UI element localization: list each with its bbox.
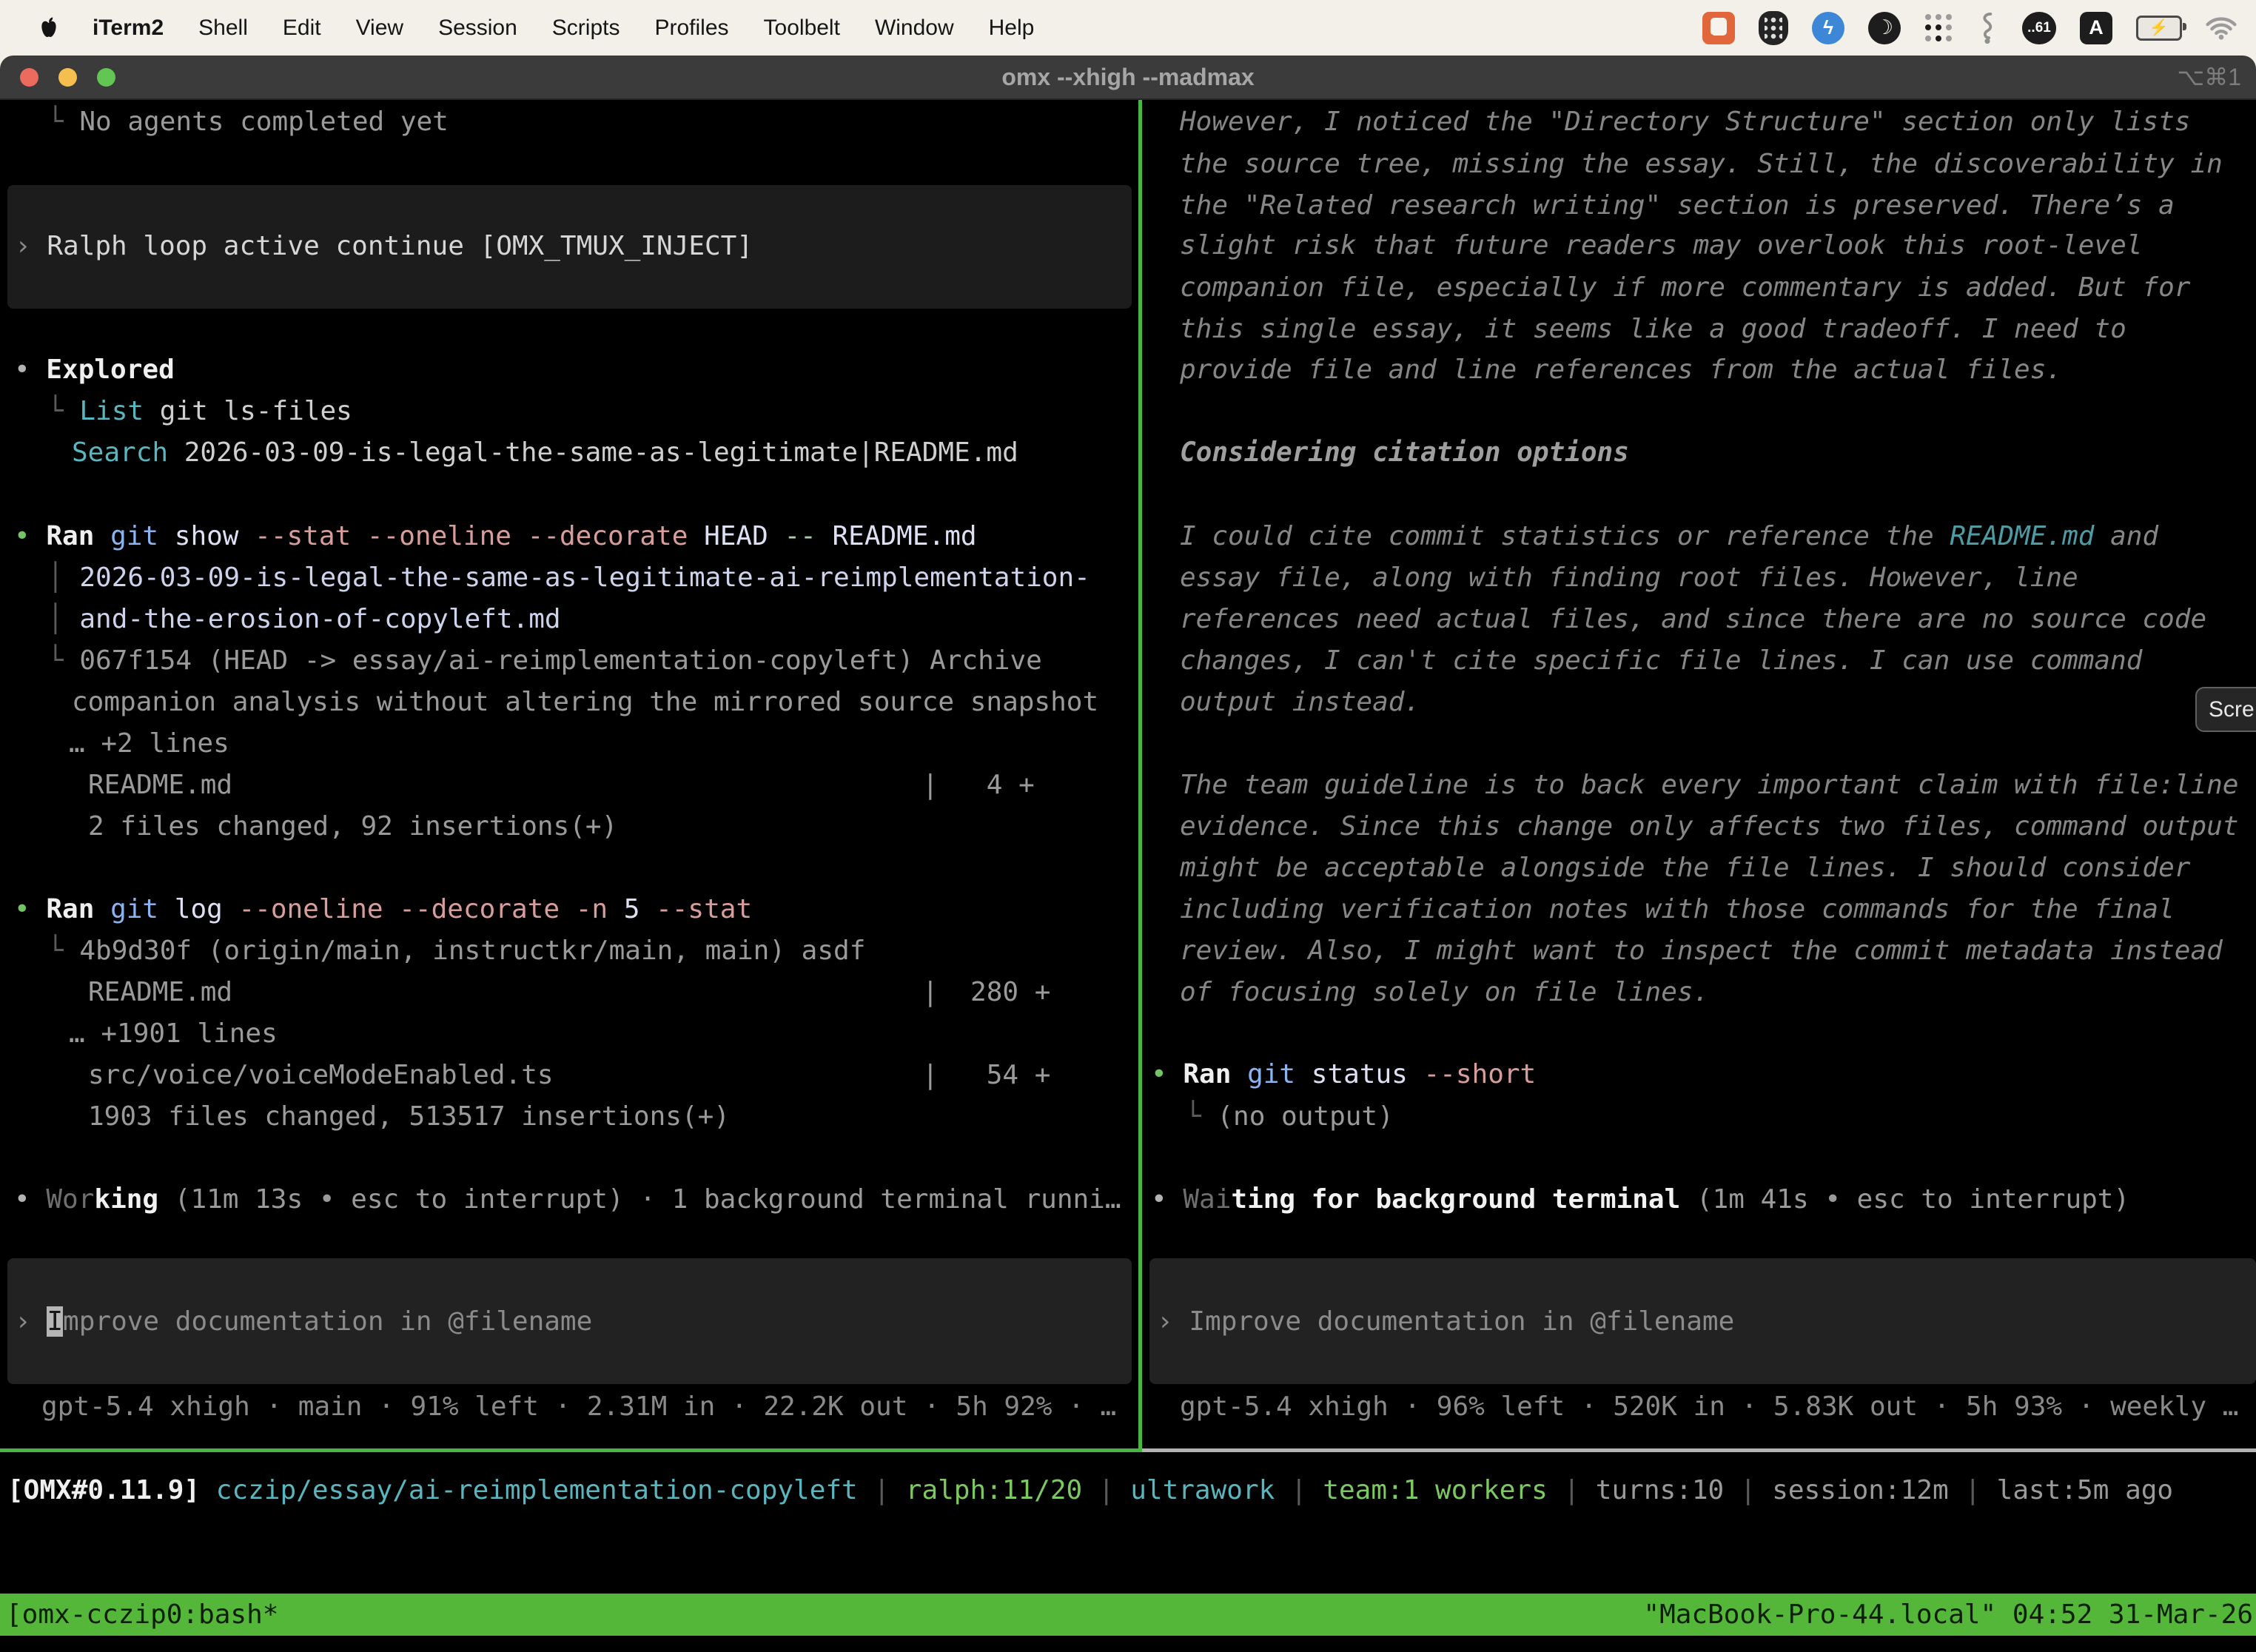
battery-charging-icon[interactable]: ⚡ <box>2136 16 2182 41</box>
traffic-lights <box>20 68 115 87</box>
menu-item-session[interactable]: Session <box>438 16 517 41</box>
window-top: omx --xhigh --madmax ⌥⌘1 <box>0 56 2256 100</box>
terminal-line: including verification notes with those … <box>1180 889 2175 930</box>
terminal-line: • Ran git status --short <box>1151 1054 1536 1095</box>
terminal-line: provide file and line references from th… <box>1180 349 2062 391</box>
terminal-line: changes, I can't cite specific file line… <box>1180 640 2142 682</box>
omx-status-line: [OMX#0.11.9] cczip/essay/ai-reimplementa… <box>7 1470 2173 1511</box>
terminal-line: slight risk that future readers may over… <box>1180 225 2142 266</box>
moon-circle-icon[interactable]: ☽ <box>1868 12 1901 44</box>
terminal[interactable]: └ No agents completed yet› Ralph loop ac… <box>0 100 2256 1652</box>
menu-item-view[interactable]: View <box>356 16 403 41</box>
terminal-line: the source tree, missing the essay. Stil… <box>1180 144 2223 185</box>
tab-shortcut-badge: ⌥⌘1 <box>2177 63 2241 91</box>
menu-item-edit[interactable]: Edit <box>283 16 321 41</box>
terminal-line: gpt-5.4 xhigh · 96% left · 520K in · 5.8… <box>1180 1386 2238 1428</box>
chat-icon[interactable] <box>1702 12 1735 44</box>
dots-grid-icon[interactable] <box>1924 14 1953 42</box>
shield-icon[interactable] <box>1759 11 1788 45</box>
terminal-line: review. Also, I might want to inspect th… <box>1180 930 2223 972</box>
terminal-line: references need actual files, and since … <box>1180 599 2206 640</box>
tmux-host-clock: "MacBook-Pro-44.local" 04:52 31-Mar-26 <box>1643 1594 2253 1636</box>
terminal-line: this single essay, it seems like a good … <box>1180 309 2126 350</box>
terminal-line: output instead. <box>1180 682 1420 723</box>
macos-menubar: iTerm2 Shell Edit View Session Scripts Profil… <box>0 0 2256 56</box>
menubar-status-area: ϟ ☽ ..61 A ⚡ <box>1702 11 2237 45</box>
menu-item-shell[interactable]: Shell <box>198 16 248 41</box>
terminal-line: The team guideline is to back every impo… <box>1180 765 2238 806</box>
a-square-icon[interactable]: A <box>2080 12 2112 44</box>
terminal-line: › Improve documentation in @filename <box>1157 1301 1734 1343</box>
terminal-line: I could cite commit statistics or refere… <box>1180 516 2158 557</box>
menu-item-toolbelt[interactable]: Toolbelt <box>764 16 840 41</box>
close-button[interactable] <box>20 68 38 87</box>
tmux-status-bar: [omx-cczip0:bash* "MacBook-Pro-44.local"… <box>0 1594 2256 1636</box>
terminal-line: Considering citation options <box>1180 432 1629 474</box>
battery-61-badge-icon[interactable]: ..61 <box>2022 12 2056 44</box>
terminal-line: might be acceptable alongside the file l… <box>1180 847 2190 889</box>
terminal-line: • Waiting for background terminal (1m 41… <box>1151 1179 2129 1220</box>
squiggle-icon[interactable] <box>1976 12 1998 44</box>
wifi-icon[interactable] <box>2206 16 2237 41</box>
screen-overlay-button[interactable]: Scre <box>2195 687 2256 732</box>
terminal-line: essay file, along with finding root file… <box>1180 557 2078 599</box>
menu-item-window[interactable]: Window <box>875 16 954 41</box>
app-name[interactable]: iTerm2 <box>93 16 164 41</box>
blue-badge-icon[interactable]: ϟ <box>1812 12 1844 44</box>
terminal-line: of focusing solely on file lines. <box>1180 972 1709 1013</box>
menu-item-profiles[interactable]: Profiles <box>654 16 728 41</box>
terminal-line: evidence. Since this change only affects… <box>1180 806 2238 847</box>
right-pane[interactable]: However, I noticed the "Directory Struct… <box>0 100 2256 1652</box>
window-titlebar[interactable]: omx --xhigh --madmax ⌥⌘1 <box>0 56 2256 100</box>
terminal-line: However, I noticed the "Directory Struct… <box>1180 101 2190 143</box>
apple-logo-icon[interactable] <box>38 16 58 40</box>
menu-item-scripts[interactable]: Scripts <box>552 16 620 41</box>
terminal-line: └ (no output) <box>1185 1096 1394 1138</box>
menu-item-help[interactable]: Help <box>989 16 1035 41</box>
screen-overlay-label: Scre <box>2209 689 2255 731</box>
terminal-line: companion file, especially if more comme… <box>1180 267 2190 309</box>
minimize-button[interactable] <box>58 68 77 87</box>
terminal-line: the "Related research writing" section i… <box>1180 185 2175 226</box>
window-title: omx --xhigh --madmax <box>1001 64 1254 91</box>
menubar-menus: Shell Edit View Session Scripts Profiles Toolb… <box>164 16 1034 41</box>
zoom-button[interactable] <box>97 68 115 87</box>
tmux-session-label[interactable]: [omx-cczip0:bash* <box>6 1594 278 1636</box>
